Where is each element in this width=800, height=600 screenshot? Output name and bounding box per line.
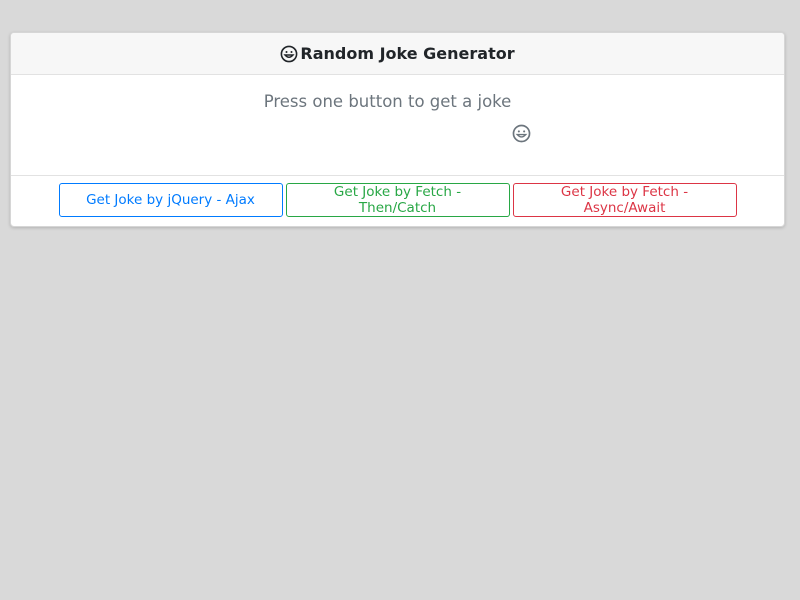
joke-display: Press one button to get a joke xyxy=(11,75,784,176)
joke-card: Random Joke Generator Press one button t… xyxy=(10,32,785,227)
page-title: Random Joke Generator xyxy=(300,44,515,63)
grinning-face-icon xyxy=(512,92,531,175)
joke-text: Press one button to get a joke xyxy=(263,92,512,111)
card-header: Random Joke Generator xyxy=(11,33,784,75)
fetch-then-catch-button[interactable]: Get Joke by Fetch - Then/Catch xyxy=(285,183,510,217)
fetch-async-await-button[interactable]: Get Joke by Fetch - Async/Await xyxy=(512,183,737,217)
jquery-ajax-button[interactable]: Get Joke by jQuery - Ajax xyxy=(58,183,283,217)
grinning-face-icon xyxy=(280,45,298,63)
button-bar: Get Joke by jQuery - Ajax Get Joke by Fe… xyxy=(11,176,784,217)
